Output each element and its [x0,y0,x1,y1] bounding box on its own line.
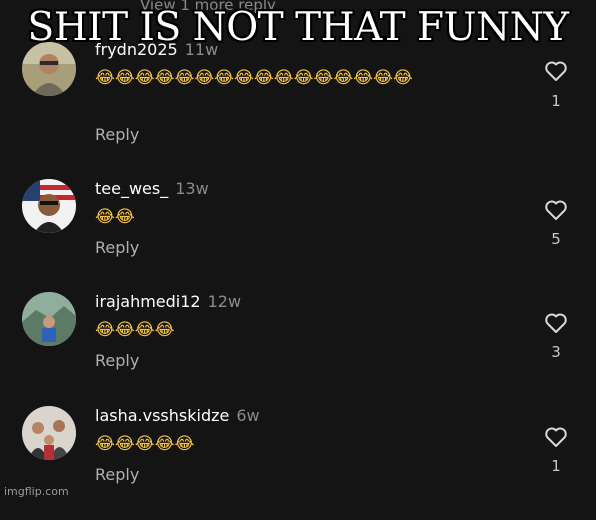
reply-button[interactable]: Reply [95,351,139,370]
comment-item: tee_wes_ 13w 😂😂 Reply 5 [0,179,596,293]
comment-username[interactable]: irajahmedi12 [95,292,201,311]
reply-button[interactable]: Reply [95,465,139,484]
avatar[interactable] [22,42,76,96]
comment-item: lasha.vsshskidze 6w 😂😂😂😂😂 Reply 1 [0,406,596,520]
comment-header: tee_wes_ 13w [95,179,209,201]
reply-button[interactable]: Reply [95,125,139,144]
like-count: 1 [551,457,561,475]
comment-text: 😂😂😂😂 [95,320,175,340]
comment-timestamp: 6w [236,406,260,425]
comment-text: 😂😂😂😂😂😂😂😂😂😂😂😂😂😂😂😂 [95,68,413,88]
comment-header: irajahmedi12 12w [95,292,241,314]
like-count: 3 [551,343,561,361]
like-count: 1 [551,92,561,110]
heart-outline-icon[interactable] [544,426,568,448]
reply-button[interactable]: Reply [95,238,139,257]
avatar[interactable] [22,179,76,233]
like-count: 5 [551,230,561,248]
heart-outline-icon[interactable] [544,199,568,221]
heart-outline-icon[interactable] [544,312,568,334]
comment-text: 😂😂 [95,207,135,227]
comment-item: frydn2025 11w 😂😂😂😂😂😂😂😂😂😂😂😂😂😂😂😂 Reply 1 [0,40,596,154]
comment-text: 😂😂😂😂😂 [95,434,195,454]
heart-outline-icon[interactable] [544,60,568,82]
comment-item: irajahmedi12 12w 😂😂😂😂 Reply 3 [0,292,596,406]
comment-timestamp: 13w [175,179,209,198]
comment-username[interactable]: lasha.vsshskidze [95,406,229,425]
meme-caption: SHIT IS NOT THAT FUNNY [27,5,569,50]
imgflip-watermark: imgflip.com [4,485,69,498]
comment-header: lasha.vsshskidze 6w [95,406,260,428]
avatar[interactable] [22,292,76,346]
avatar[interactable] [22,406,76,460]
comment-username[interactable]: tee_wes_ [95,179,168,198]
comment-timestamp: 12w [207,292,242,311]
